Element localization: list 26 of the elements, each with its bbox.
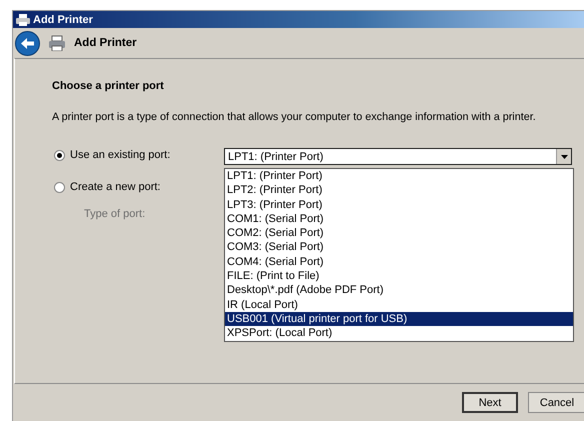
dropdown-item[interactable]: COM4: (Serial Port): [225, 254, 573, 270]
port-dropdown[interactable]: LPT1: (Printer Port): [224, 148, 572, 165]
dropdown-item[interactable]: IR (Local Port): [225, 298, 573, 312]
dropdown-item[interactable]: LPT1: (Printer Port): [225, 169, 573, 184]
dropdown-item[interactable]: USB001 (Virtual printer port for USB): [225, 312, 573, 326]
printer-icon: [16, 14, 30, 26]
cancel-button[interactable]: Cancel: [528, 392, 584, 413]
dropdown-item[interactable]: COM2: (Serial Port): [225, 226, 573, 240]
type-of-port-label: Type of port:: [84, 208, 146, 220]
dropdown-item[interactable]: COM1: (Serial Port): [225, 212, 573, 226]
dropdown-item[interactable]: Desktop\*.pdf (Adobe PDF Port): [225, 283, 573, 298]
next-button[interactable]: Next: [462, 392, 518, 413]
radio-button[interactable]: [54, 182, 65, 192]
dropdown-item[interactable]: XPSPort: (Local Port): [225, 326, 573, 341]
page-title: Add Printer: [74, 37, 137, 49]
description-text: A printer port is a type of connection that allows your computer to exchange information with a printer.: [52, 111, 536, 123]
radio-label[interactable]: Create a new port:: [70, 181, 160, 193]
printer-icon: [48, 35, 66, 51]
radio-label[interactable]: Use an existing port:: [70, 149, 170, 161]
dropdown-item[interactable]: LPT3: (Printer Port): [225, 198, 573, 212]
dropdown-item[interactable]: FILE: (Print to File): [225, 269, 573, 284]
section-heading: Choose a printer port: [52, 80, 164, 92]
radio-button[interactable]: [54, 150, 65, 160]
window-title: Add Printer: [33, 14, 93, 26]
dropdown-item[interactable]: LPT2: (Printer Port): [225, 183, 573, 198]
dropdown-item[interactable]: COM3: (Serial Port): [225, 240, 573, 255]
